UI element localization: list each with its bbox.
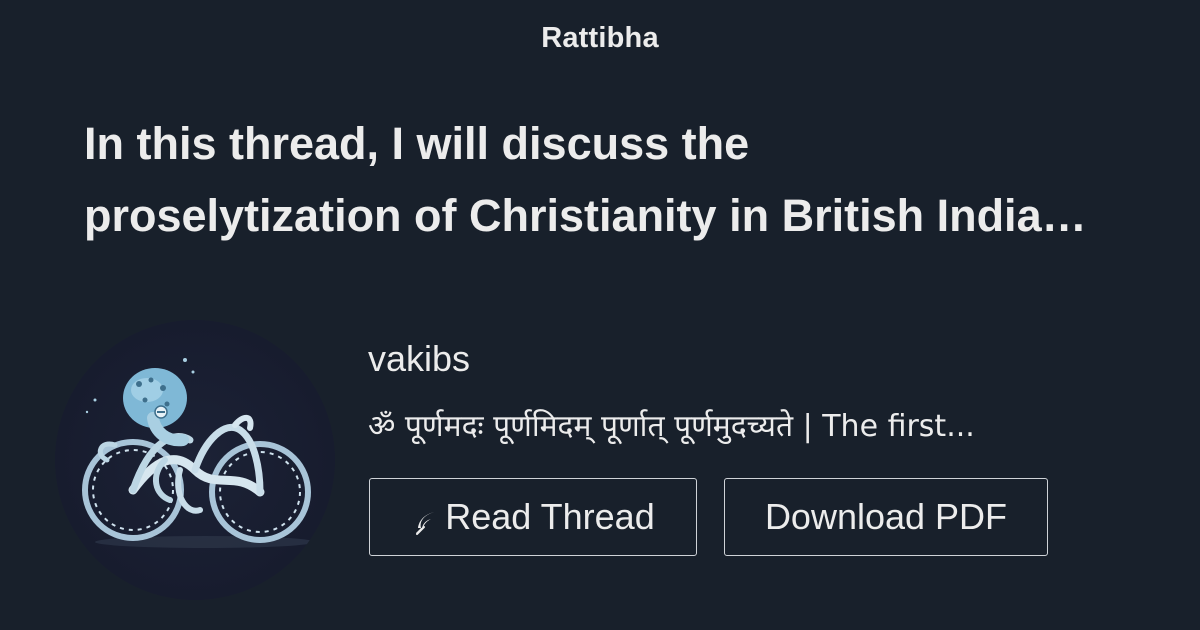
download-pdf-label: Download PDF bbox=[764, 496, 1008, 537]
thread-title: In this thread, I will discuss the prose… bbox=[84, 108, 1154, 252]
thread-title-line-1: In this thread, I will discuss the bbox=[84, 118, 750, 169]
download-pdf-button[interactable]: Download PDF bbox=[724, 478, 1048, 556]
author-name[interactable]: vakibs bbox=[368, 338, 470, 380]
author-bio: ॐ पूर्णमदः पूर्णमिदम् पूर्णात् पूर्णमुदच… bbox=[368, 409, 975, 444]
avatar bbox=[55, 320, 335, 600]
thread-title-line-2: proselytization of Christianity in Briti… bbox=[84, 190, 1087, 241]
octopus-bicycle-avatar-icon bbox=[82, 358, 315, 548]
feather-icon bbox=[411, 505, 441, 535]
read-thread-label: Read Thread bbox=[445, 496, 655, 537]
read-thread-button[interactable]: Read Thread bbox=[369, 478, 697, 556]
brand-title: Rattibha bbox=[541, 22, 659, 54]
